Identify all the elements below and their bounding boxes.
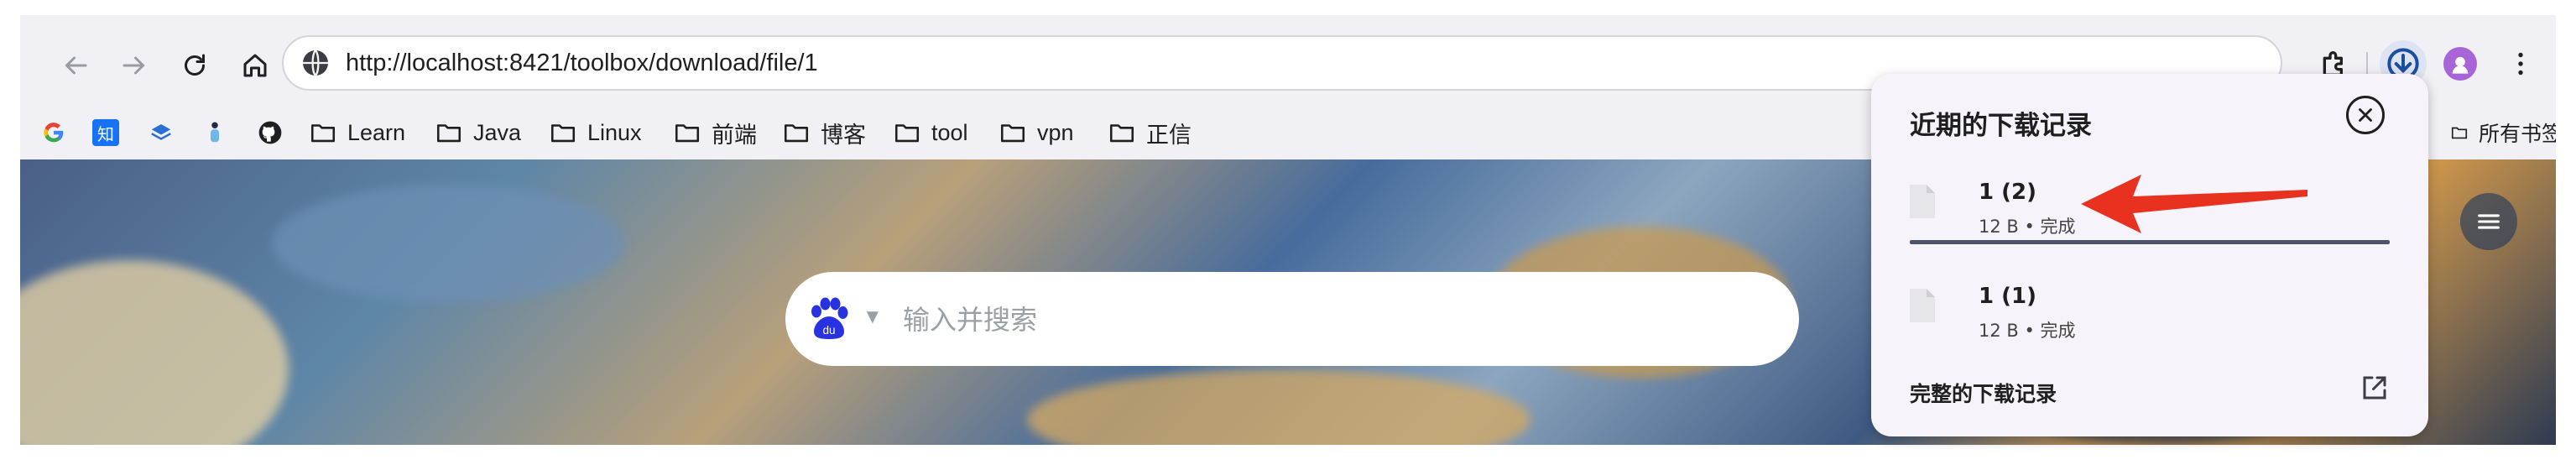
folder-icon <box>675 124 700 143</box>
bookmark-label: 前端 <box>712 122 757 148</box>
close-downloads-button[interactable] <box>2346 96 2385 134</box>
folder-icon <box>550 124 576 143</box>
newtab-menu-button[interactable] <box>2460 193 2517 250</box>
download-name: 1 (1) <box>1979 284 2036 309</box>
bookmark-folder-linux[interactable]: Linux <box>549 114 642 151</box>
url-text[interactable]: http://localhost:8421/toolbox/download/f… <box>346 50 818 77</box>
folder-icon <box>894 124 920 143</box>
figure-icon[interactable] <box>200 118 230 148</box>
search-box[interactable]: du ▼ <box>785 272 1799 366</box>
reload-button[interactable] <box>175 45 215 86</box>
layers-icon[interactable] <box>146 118 176 148</box>
avatar-icon <box>2452 56 2469 74</box>
downloads-title: 近期的下载记录 <box>1910 111 2092 141</box>
download-status: 12 B • 完成 <box>1979 217 2076 237</box>
bookmark-folder-vpn[interactable]: vpn <box>999 114 1074 151</box>
back-arrow-icon <box>65 56 87 75</box>
close-icon <box>2359 108 2372 122</box>
download-status: 12 B • 完成 <box>1979 321 2076 341</box>
svg-text:du: du <box>822 324 835 337</box>
bookmark-label: Java <box>473 119 522 145</box>
file-icon <box>1910 289 1935 322</box>
all-bookmarks-label: 所有书签 <box>2479 122 2556 146</box>
bookmark-folder-frontend[interactable]: 前端 <box>673 114 757 151</box>
baidu-icon[interactable]: du <box>804 294 854 344</box>
forward-arrow-icon <box>123 56 145 75</box>
bookmark-label: 正信 <box>1146 122 1192 148</box>
wallpaper-cloud <box>20 260 289 445</box>
reload-icon <box>185 54 205 76</box>
hamburger-icon <box>2478 214 2500 229</box>
bookmark-label: Linux <box>587 119 642 145</box>
github-icon[interactable] <box>255 118 285 148</box>
bookmark-label: tool <box>931 119 968 145</box>
home-icon <box>243 54 267 77</box>
download-item[interactable]: 1 (1) 12 B • 完成 <box>1871 265 2428 349</box>
bookmark-label: vpn <box>1037 119 1074 145</box>
bookmark-label: Learn <box>347 119 406 145</box>
wallpaper-streak <box>1027 369 1530 445</box>
wallpaper-streak <box>272 185 624 302</box>
more-vert-icon <box>2518 52 2523 76</box>
folder-icon <box>310 124 336 143</box>
bookmark-folder-java[interactable]: Java <box>435 114 521 151</box>
download-progress-divider <box>1910 240 2390 244</box>
open-in-new-icon[interactable] <box>2360 373 2390 403</box>
bookmark-folder-learn[interactable]: Learn <box>309 114 405 151</box>
profile-avatar[interactable] <box>2443 47 2477 81</box>
folder-icon <box>2451 127 2468 139</box>
site-info-icon[interactable] <box>300 48 331 78</box>
all-bookmarks-button[interactable]: 所有书签 <box>2450 114 2556 151</box>
back-button[interactable] <box>55 45 96 86</box>
bookmark-folder-zhengxin[interactable]: 正信 <box>1108 114 1192 151</box>
bookmark-folder-tool[interactable]: tool <box>893 114 968 151</box>
bookmark-folder-blog[interactable]: 博客 <box>782 114 866 151</box>
annotation-arrow <box>2081 175 2307 233</box>
forward-button[interactable] <box>114 45 154 86</box>
home-button[interactable] <box>235 45 275 86</box>
browser-menu-button[interactable] <box>2500 44 2541 84</box>
zhihu-icon[interactable]: 知 <box>92 119 119 146</box>
bookmark-label: 博客 <box>821 122 866 148</box>
folder-icon <box>784 124 809 143</box>
folder-icon <box>1109 124 1134 143</box>
folder-icon <box>436 124 461 143</box>
full-download-history-link[interactable]: 完整的下载记录 <box>1910 378 2057 408</box>
file-icon <box>1910 185 1935 218</box>
download-name: 1 (2) <box>1979 180 2036 205</box>
google-icon[interactable] <box>39 118 69 148</box>
downloads-panel: 近期的下载记录 1 (2) 12 B • 完成 1 (1) 12 B • 完成 … <box>1871 74 2428 436</box>
folder-icon <box>1000 124 1025 143</box>
search-input[interactable] <box>901 299 1744 341</box>
engine-dropdown-caret-icon[interactable]: ▼ <box>863 306 883 329</box>
